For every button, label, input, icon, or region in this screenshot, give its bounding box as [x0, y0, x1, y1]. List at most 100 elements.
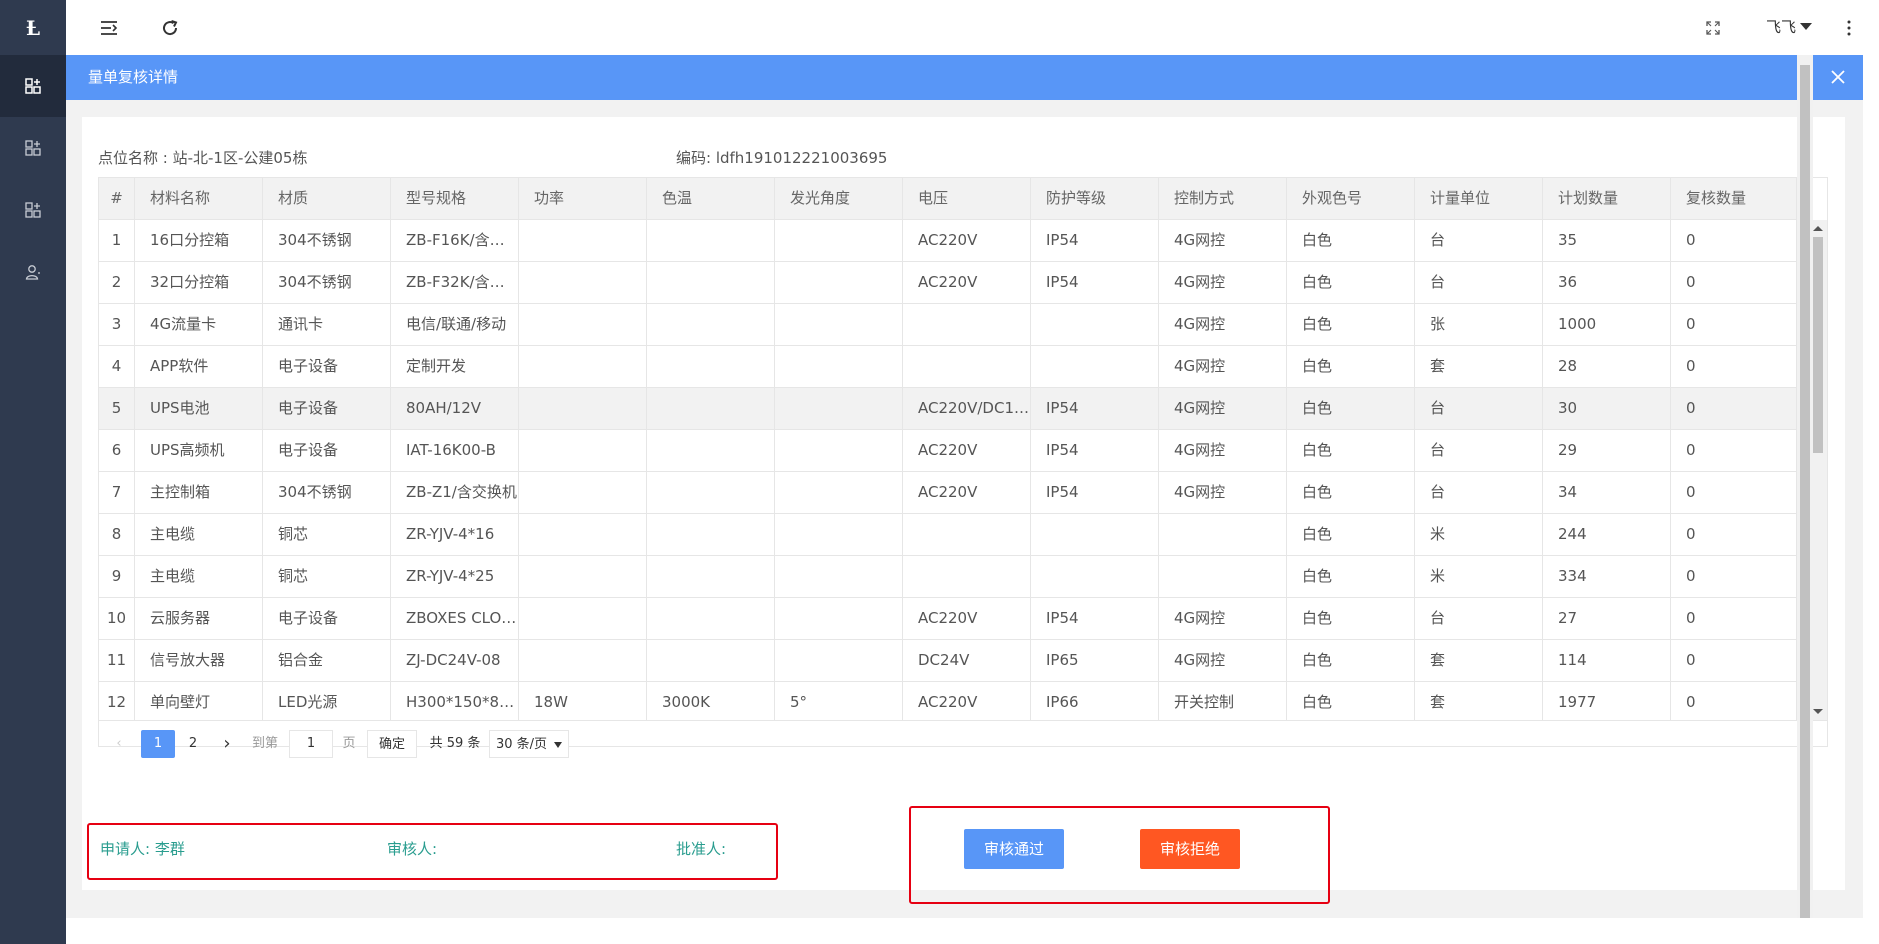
table-cell: 4G网控: [1159, 346, 1287, 387]
table-cell: 白色: [1287, 640, 1415, 681]
table-cell: 28: [1543, 346, 1671, 387]
column-header: 色温: [647, 178, 775, 219]
table-cell: ZR-YJV-4*16: [391, 514, 519, 555]
table-cell: 台: [1415, 598, 1543, 639]
table-cell: [519, 304, 647, 345]
table-cell: 主电缆: [135, 556, 263, 597]
review-detail-modal: 量单复核详情 点位名称 : 站-北-1区-公建05栋 编码: ldfh19101…: [66, 55, 1863, 944]
detail-panel: 点位名称 : 站-北-1区-公建05栋 编码: ldfh191012221003…: [82, 117, 1845, 890]
table-cell: [903, 346, 1031, 387]
table-cell: [519, 430, 647, 471]
table-cell: 0: [1671, 598, 1797, 639]
sidebar-item-3[interactable]: [0, 179, 66, 241]
table-cell: [775, 262, 903, 303]
page-2[interactable]: 2: [183, 730, 203, 758]
table-cell: 0: [1671, 682, 1797, 720]
table-cell: [647, 388, 775, 429]
table-cell: AC220V: [903, 430, 1031, 471]
table-cell: 张: [1415, 304, 1543, 345]
scroll-down-icon[interactable]: [1813, 709, 1823, 714]
table-cell: 1: [99, 220, 135, 261]
goto-page-input[interactable]: [289, 730, 333, 758]
table-cell: [647, 430, 775, 471]
table-cell: 铜芯: [263, 514, 391, 555]
more-vertical-icon[interactable]: [1838, 17, 1860, 39]
sidebar-item-4[interactable]: [0, 241, 66, 303]
table-cell: [647, 304, 775, 345]
table-row[interactable]: 6 UPS高频机 电子设备 IAT-16K00-B AC220V IP54 4G网控 白色台 2…: [99, 430, 1809, 472]
table-cell: IP54: [1031, 430, 1159, 471]
table-row[interactable]: 11 信号放大器 铝合金 ZJ-DC24V-08 DC24V IP65 4G网控 白色套 114…: [99, 640, 1809, 682]
table-cell: 3000K: [647, 682, 775, 720]
table-cell: 电子设备: [263, 430, 391, 471]
page-label: 页: [342, 736, 356, 751]
table-cell: 5: [99, 388, 135, 429]
table-cell: ZB-Z1/含交换机: [391, 472, 519, 513]
table-cell: APP软件: [135, 346, 263, 387]
table-cell: [775, 472, 903, 513]
next-page-icon[interactable]: ›: [217, 730, 237, 758]
user-menu[interactable]: 飞飞: [1766, 16, 1813, 37]
table-row[interactable]: 10 云服务器 电子设备 ZBOXES CLOUD AC220V IP54 4G网控 白色台 2…: [99, 598, 1809, 640]
fullscreen-icon[interactable]: [1702, 17, 1724, 39]
table-cell: [903, 556, 1031, 597]
table-cell: 5°: [775, 682, 903, 720]
table-cell: 0: [1671, 556, 1797, 597]
table-cell: 电子设备: [263, 598, 391, 639]
table-cell: IP65: [1031, 640, 1159, 681]
table-cell: AC220V/DC12V: [903, 388, 1031, 429]
table-row[interactable]: 5 UPS电池 电子设备 80AH/12V AC220V/DC12V IP54 4G网控 白色…: [99, 388, 1809, 430]
table-cell: 4: [99, 346, 135, 387]
caret-down-icon: [1800, 23, 1813, 30]
table-body[interactable]: 116口分控箱304不锈钢ZB-F16K/含交换机AC220VIP544G网控白…: [99, 220, 1809, 720]
table-row[interactable]: 116口分控箱304不锈钢ZB-F16K/含交换机 AC220VIP544G网控白…: [99, 220, 1809, 262]
table-cell: [1159, 514, 1287, 555]
sidebar-item-2[interactable]: [0, 117, 66, 179]
sidebar-item-1[interactable]: [0, 55, 66, 117]
materials-table: # 材料名称 材质 型号规格 功率 色温 发光角度 电压 防护等级 控制方式 外观色号 计量单位 计划数…: [98, 177, 1828, 758]
table-cell: 套: [1415, 640, 1543, 681]
table-cell: [647, 262, 775, 303]
prev-page-icon[interactable]: ‹: [109, 730, 129, 758]
table-cell: 80AH/12V: [391, 388, 519, 429]
table-header: # 材料名称 材质 型号规格 功率 色温 发光角度 电压 防护等级 控制方式 外观色号 计量单位 计划数…: [99, 178, 1809, 220]
table-cell: 主电缆: [135, 514, 263, 555]
page-scroll-thumb[interactable]: [1800, 65, 1810, 925]
page-size-select[interactable]: 30 条/页: [489, 730, 569, 758]
table-cell: 7: [99, 472, 135, 513]
table-cell: IAT-16K00-B: [391, 430, 519, 471]
table-cell: 12: [99, 682, 135, 720]
table-cell: 台: [1415, 262, 1543, 303]
table-cell: [519, 598, 647, 639]
table-cell: IP54: [1031, 598, 1159, 639]
table-row[interactable]: 3 4G流量卡 通讯卡 电信/联通/移动 4G网控 白色张 1000 0: [99, 304, 1809, 346]
table-cell: AC220V: [903, 682, 1031, 720]
scroll-thumb[interactable]: [1813, 237, 1823, 453]
table-row[interactable]: 4 APP软件 电子设备 定制开发 4G网控 白色套 28 0: [99, 346, 1809, 388]
scroll-up-icon[interactable]: [1813, 226, 1823, 231]
table-cell: 白色: [1287, 682, 1415, 720]
close-icon[interactable]: [1827, 66, 1849, 88]
table-row[interactable]: 9 主电缆 铜芯 ZR-YJV-4*25 白色米 334 0: [99, 556, 1809, 598]
table-cell: 304不锈钢: [263, 220, 391, 261]
menu-collapse-icon[interactable]: [98, 17, 120, 39]
table-row[interactable]: 8 主电缆 铜芯 ZR-YJV-4*16 白色米 244 0: [99, 514, 1809, 556]
table-cell: [519, 220, 647, 261]
table-row[interactable]: 12单向壁灯LED光源H300*150*80mm18W3000K5°AC220V…: [99, 682, 1809, 720]
table-cell: AC220V: [903, 472, 1031, 513]
table-cell: 244: [1543, 514, 1671, 555]
goto-confirm-button[interactable]: 确定: [367, 730, 417, 758]
column-header: 功率: [519, 178, 647, 219]
table-cell: ZR-YJV-4*25: [391, 556, 519, 597]
table-cell: 8: [99, 514, 135, 555]
table-cell: [775, 220, 903, 261]
table-cell: 4G网控: [1159, 304, 1287, 345]
table-row[interactable]: 232口分控箱304不锈钢ZB-F32K/含交换机 AC220VIP544G网控白…: [99, 262, 1809, 304]
table-row[interactable]: 7 主控制箱 304不锈钢 ZB-Z1/含交换机 AC220V IP54 4G网控 白色台 34…: [99, 472, 1809, 514]
table-cell: [1031, 556, 1159, 597]
page-1[interactable]: 1: [141, 730, 175, 758]
table-cell: 4G网控: [1159, 220, 1287, 261]
table-cell: 334: [1543, 556, 1671, 597]
refresh-icon[interactable]: [159, 17, 181, 39]
page-scrollbar[interactable]: [1797, 55, 1813, 944]
